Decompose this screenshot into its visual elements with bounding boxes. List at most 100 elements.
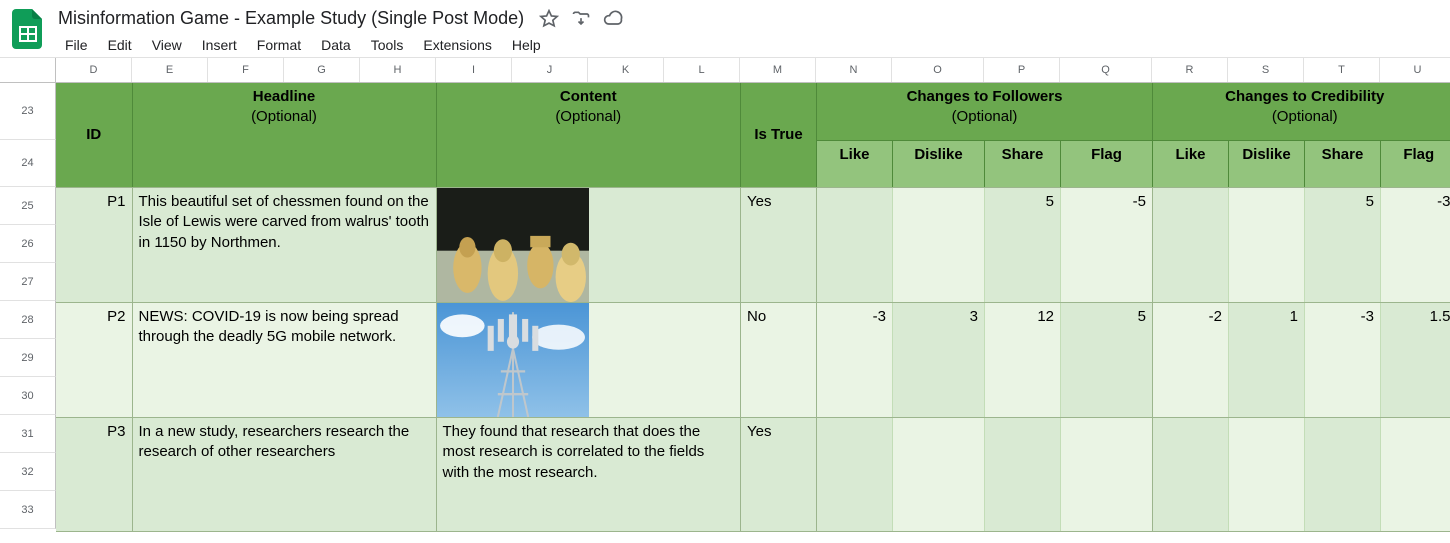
cell-followers-dislike[interactable]: [893, 418, 984, 426]
row-header[interactable]: 32: [0, 453, 56, 491]
document-title[interactable]: Misinformation Game - Example Study (Sin…: [54, 6, 528, 31]
title-bar: Misinformation Game - Example Study (Sin…: [0, 0, 1450, 57]
cell-headline[interactable]: In a new study, researchers research the…: [133, 418, 436, 467]
cell-followers-flag[interactable]: 5: [1061, 303, 1152, 331]
move-folder-icon[interactable]: [570, 8, 592, 30]
header-followers-like[interactable]: Like: [817, 141, 892, 169]
row-header[interactable]: 30: [0, 377, 56, 415]
col-header[interactable]: G: [284, 58, 360, 82]
cell-credibility-flag[interactable]: [1381, 418, 1450, 426]
row-header[interactable]: 28: [0, 301, 56, 339]
header-followers-dislike[interactable]: Dislike: [893, 141, 984, 169]
cell-followers-like[interactable]: [817, 188, 892, 196]
menu-help[interactable]: Help: [503, 33, 550, 57]
cell-id[interactable]: P1: [56, 188, 132, 216]
col-header[interactable]: P: [984, 58, 1060, 82]
row-header[interactable]: 25: [0, 187, 56, 225]
header-followers-share[interactable]: Share: [985, 141, 1060, 169]
cell-credibility-like[interactable]: -2: [1153, 303, 1228, 331]
spreadsheet-grid[interactable]: IDHeadline(Optional)Content(Optional)Is …: [56, 83, 1450, 532]
header-credibility-dislike[interactable]: Dislike: [1229, 141, 1304, 169]
image-chess: [437, 188, 589, 302]
cell-followers-flag[interactable]: [1061, 418, 1152, 426]
col-header[interactable]: F: [208, 58, 284, 82]
row-header[interactable]: 24: [0, 140, 56, 187]
header-credibility-share[interactable]: Share: [1305, 141, 1380, 169]
col-header[interactable]: E: [132, 58, 208, 82]
cell-istrue[interactable]: No: [741, 303, 816, 331]
sheets-icon[interactable]: [8, 9, 48, 49]
col-header[interactable]: O: [892, 58, 984, 82]
cell-credibility-share[interactable]: -3: [1305, 303, 1380, 331]
cell-id[interactable]: P3: [56, 418, 132, 446]
col-header[interactable]: M: [740, 58, 816, 82]
cell-credibility-flag[interactable]: -3: [1381, 188, 1450, 216]
cell-followers-flag[interactable]: -5: [1061, 188, 1152, 216]
cell-credibility-dislike[interactable]: [1229, 418, 1304, 426]
row-header[interactable]: 33: [0, 491, 56, 529]
menu-tools[interactable]: Tools: [362, 33, 413, 57]
header-istrue[interactable]: Is True: [741, 83, 816, 187]
row-header[interactable]: 31: [0, 415, 56, 453]
cell-content[interactable]: [589, 303, 741, 311]
col-header[interactable]: K: [588, 58, 664, 82]
col-header[interactable]: U: [1380, 58, 1450, 82]
cell-headline[interactable]: NEWS: COVID-19 is now being spread throu…: [133, 303, 436, 352]
cell-followers-share[interactable]: [985, 418, 1060, 426]
select-all-corner[interactable]: [0, 58, 56, 82]
menu-data[interactable]: Data: [312, 33, 360, 57]
cell-credibility-dislike[interactable]: [1229, 188, 1304, 196]
cell-content[interactable]: They found that research that does the m…: [437, 418, 741, 487]
header-headline[interactable]: Headline(Optional): [133, 83, 436, 132]
menu-view[interactable]: View: [143, 33, 191, 57]
menu-file[interactable]: File: [56, 33, 97, 57]
cell-content[interactable]: [589, 188, 741, 196]
cell-credibility-share[interactable]: [1305, 418, 1380, 426]
cell-credibility-like[interactable]: [1153, 418, 1228, 426]
cell-followers-like[interactable]: [817, 418, 892, 426]
cell-followers-like[interactable]: -3: [817, 303, 892, 331]
col-header[interactable]: D: [56, 58, 132, 82]
col-header[interactable]: T: [1304, 58, 1380, 82]
cell-istrue[interactable]: Yes: [741, 188, 816, 216]
cell-credibility-like[interactable]: [1153, 188, 1228, 196]
col-header[interactable]: L: [664, 58, 740, 82]
star-icon[interactable]: [538, 8, 560, 30]
cell-headline[interactable]: This beautiful set of chessmen found on …: [133, 188, 436, 257]
cell-followers-dislike[interactable]: [893, 188, 984, 196]
header-id[interactable]: ID: [56, 83, 132, 187]
header-followers-flag[interactable]: Flag: [1061, 141, 1152, 169]
header-credibility-flag[interactable]: Flag: [1381, 141, 1450, 169]
row-header[interactable]: 23: [0, 83, 56, 140]
cell-followers-dislike[interactable]: 3: [893, 303, 984, 331]
cell-istrue[interactable]: Yes: [741, 418, 816, 446]
menu-bar: File Edit View Insert Format Data Tools …: [56, 33, 624, 57]
cell-credibility-share[interactable]: 5: [1305, 188, 1380, 216]
cell-credibility-dislike[interactable]: 1: [1229, 303, 1304, 331]
header-followers[interactable]: Changes to Followers(Optional): [817, 83, 1152, 132]
col-header[interactable]: J: [512, 58, 588, 82]
menu-format[interactable]: Format: [248, 33, 310, 57]
col-header[interactable]: Q: [1060, 58, 1152, 82]
cloud-status-icon[interactable]: [602, 8, 624, 30]
cell-id[interactable]: P2: [56, 303, 132, 331]
spreadsheet-area: D E F G H I J K L M N O P Q R S T U 23 2…: [0, 57, 1450, 534]
col-header[interactable]: H: [360, 58, 436, 82]
menu-edit[interactable]: Edit: [99, 33, 141, 57]
cell-followers-share[interactable]: 12: [985, 303, 1060, 331]
cell-followers-share[interactable]: 5: [985, 188, 1060, 216]
row-header[interactable]: 26: [0, 225, 56, 263]
col-header[interactable]: R: [1152, 58, 1228, 82]
menu-insert[interactable]: Insert: [193, 33, 246, 57]
column-header-row: D E F G H I J K L M N O P Q R S T U: [0, 57, 1450, 83]
col-header[interactable]: N: [816, 58, 892, 82]
header-credibility-like[interactable]: Like: [1153, 141, 1228, 169]
col-header[interactable]: S: [1228, 58, 1304, 82]
row-header[interactable]: 29: [0, 339, 56, 377]
cell-credibility-flag[interactable]: 1.5: [1381, 303, 1450, 331]
row-header[interactable]: 27: [0, 263, 56, 301]
col-header[interactable]: I: [436, 58, 512, 82]
header-credibility[interactable]: Changes to Credibility(Optional): [1153, 83, 1450, 132]
menu-extensions[interactable]: Extensions: [414, 33, 500, 57]
header-content[interactable]: Content(Optional): [437, 83, 741, 132]
